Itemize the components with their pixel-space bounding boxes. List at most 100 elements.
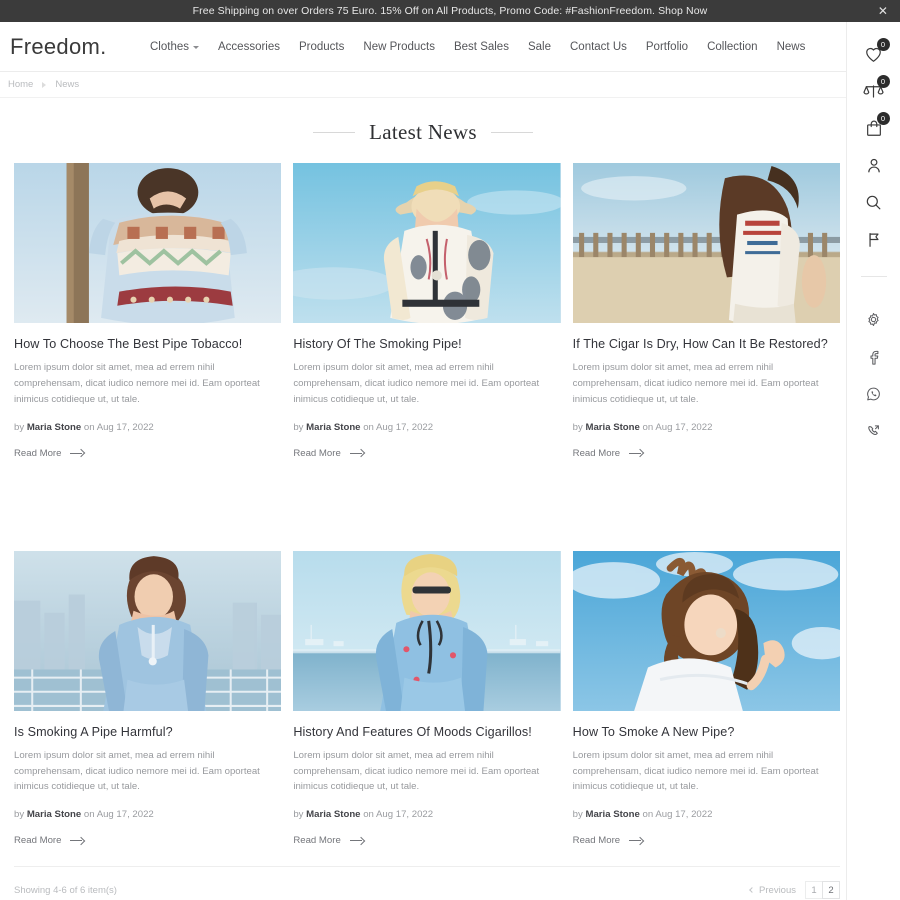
site-logo[interactable]: Freedom. <box>10 34 150 60</box>
news-card-meta: by Maria Stone on Aug 17, 2022 <box>293 809 560 820</box>
whatsapp-icon <box>867 387 880 400</box>
nav-item-clothes[interactable]: Clothes <box>150 41 199 53</box>
news-card-author[interactable]: Maria Stone <box>27 809 81 820</box>
news-card-date: Aug 17, 2022 <box>96 421 154 433</box>
news-card: History Of The Smoking Pipe! Lorem ipsum… <box>293 163 561 459</box>
previous-label: Previous <box>759 884 796 896</box>
news-thumbnail[interactable] <box>572 163 840 323</box>
meta-by: by <box>293 809 304 821</box>
promo-banner: Free Shipping on over Orders 75 Euro. 15… <box>0 0 900 22</box>
news-card-title[interactable]: History Of The Smoking Pipe! <box>293 337 560 352</box>
news-thumbnail[interactable] <box>14 550 282 711</box>
close-icon[interactable]: ✕ <box>878 5 888 17</box>
news-card: How To Choose The Best Pipe Tobacco! Lor… <box>14 163 282 459</box>
read-more-link[interactable]: Read More <box>14 448 281 459</box>
news-card-excerpt: Lorem ipsum dolor sit amet, mea ad errem… <box>14 749 260 793</box>
news-thumbnail[interactable] <box>293 163 561 323</box>
wishlist-button[interactable]: 0 <box>847 36 900 73</box>
pagination-bar: Showing 4-6 of 6 item(s) Previous 1 2 <box>14 866 840 900</box>
page-2-button[interactable]: 2 <box>822 881 840 900</box>
news-card-author[interactable]: Maria Stone <box>585 422 639 433</box>
nav-item-collection[interactable]: Collection <box>707 41 758 53</box>
read-more-label: Read More <box>14 447 62 459</box>
whatsapp-button[interactable] <box>847 375 900 412</box>
right-icon-rail: 0 0 0 <box>846 22 900 900</box>
article-image-3 <box>572 163 840 323</box>
meta-on: on <box>83 809 95 821</box>
search-button[interactable] <box>847 184 900 221</box>
read-more-label: Read More <box>14 835 62 847</box>
news-thumbnail[interactable] <box>14 163 282 323</box>
chevron-right-icon <box>42 81 47 88</box>
news-card-meta: by Maria Stone on Aug 17, 2022 <box>14 422 281 433</box>
page-1-button[interactable]: 1 <box>805 881 823 900</box>
call-button[interactable] <box>847 412 900 449</box>
news-card-title[interactable]: How To Smoke A New Pipe? <box>573 725 840 740</box>
read-more-link[interactable]: Read More <box>573 448 840 459</box>
nav-item-news[interactable]: News <box>777 41 806 53</box>
news-card-excerpt: Lorem ipsum dolor sit amet, mea ad errem… <box>293 362 540 405</box>
read-more-link[interactable]: Read More <box>293 835 560 846</box>
title-rule-left <box>313 132 356 133</box>
arrow-right-icon <box>70 837 84 845</box>
read-more-label: Read More <box>293 835 341 847</box>
news-card-title[interactable]: Is Smoking A Pipe Harmful? <box>14 725 281 740</box>
news-card-excerpt: Lorem ipsum dolor sit amet, mea ad errem… <box>293 749 540 793</box>
language-button[interactable] <box>847 221 900 258</box>
news-card-meta: by Maria Stone on Aug 17, 2022 <box>573 422 840 433</box>
user-icon <box>867 158 880 173</box>
showing-count: Showing 4-6 of 6 item(s) <box>14 884 117 896</box>
news-grid-row-1: How To Choose The Best Pipe Tobacco! Lor… <box>0 163 854 459</box>
site-header: Freedom. Clothes Accessories Products Ne… <box>0 22 900 72</box>
article-image-1 <box>14 163 282 323</box>
news-card-date: Aug 17, 2022 <box>655 809 713 821</box>
compare-button[interactable]: 0 <box>847 73 900 110</box>
nav-item-accessories[interactable]: Accessories <box>218 41 280 53</box>
breadcrumb-home[interactable]: Home <box>8 79 33 90</box>
news-card-title[interactable]: How To Choose The Best Pipe Tobacco! <box>14 337 281 352</box>
facebook-icon <box>869 350 878 365</box>
settings-button[interactable] <box>847 301 900 338</box>
news-thumbnail[interactable] <box>293 550 561 711</box>
nav-item-sale[interactable]: Sale <box>528 41 551 53</box>
article-image-6 <box>572 550 840 711</box>
previous-page-button[interactable]: Previous <box>749 884 796 896</box>
news-card-title[interactable]: History And Features Of Moods Cigarillos… <box>293 725 560 740</box>
meta-by: by <box>14 809 25 821</box>
meta-on: on <box>363 809 374 821</box>
article-image-5 <box>293 550 561 711</box>
news-card-date: Aug 17, 2022 <box>376 809 434 821</box>
news-card-date: Aug 17, 2022 <box>376 421 434 433</box>
nav-item-contact-us[interactable]: Contact Us <box>570 41 627 53</box>
news-card-title[interactable]: If The Cigar Is Dry, How Can It Be Resto… <box>573 337 840 352</box>
account-button[interactable] <box>847 147 900 184</box>
meta-on: on <box>642 809 654 821</box>
nav-item-products[interactable]: Products <box>299 41 344 53</box>
cart-button[interactable]: 0 <box>847 110 900 147</box>
nav-item-best-sales[interactable]: Best Sales <box>454 41 509 53</box>
read-more-label: Read More <box>572 447 621 459</box>
news-card-author[interactable]: Maria Stone <box>585 809 639 820</box>
title-rule-right <box>490 132 533 133</box>
compare-count-badge: 0 <box>876 75 890 88</box>
arrow-right-icon <box>629 449 643 457</box>
read-more-label: Read More <box>572 835 621 847</box>
facebook-button[interactable] <box>847 338 900 375</box>
news-card-excerpt: Lorem ipsum dolor sit amet, mea ad errem… <box>14 362 260 405</box>
news-grid-row-2: Is Smoking A Pipe Harmful? Lorem ipsum d… <box>0 550 854 846</box>
wishlist-count-badge: 0 <box>876 38 890 51</box>
nav-item-new-products[interactable]: New Products <box>363 41 435 53</box>
gear-icon <box>868 312 879 327</box>
phone-icon <box>868 424 879 435</box>
news-card-author[interactable]: Maria Stone <box>27 422 81 433</box>
nav-item-portfolio[interactable]: Portfolio <box>646 41 688 53</box>
breadcrumb-current: News <box>55 79 80 90</box>
read-more-link[interactable]: Read More <box>14 835 281 846</box>
meta-by: by <box>572 421 583 433</box>
read-more-link[interactable]: Read More <box>573 835 840 846</box>
news-card-author[interactable]: Maria Stone <box>306 422 360 433</box>
meta-by: by <box>14 421 25 433</box>
news-card-author[interactable]: Maria Stone <box>306 809 360 820</box>
read-more-link[interactable]: Read More <box>293 448 560 459</box>
news-thumbnail[interactable] <box>572 550 840 711</box>
